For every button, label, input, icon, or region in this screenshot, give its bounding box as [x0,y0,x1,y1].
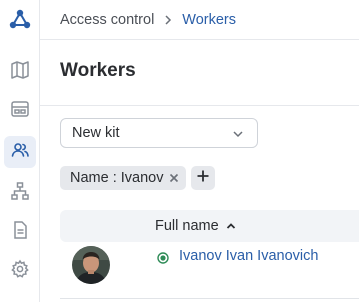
map-icon [10,60,30,85]
breadcrumb-current[interactable]: Workers [182,12,236,28]
breadcrumb-root-link[interactable]: Access control [60,12,154,28]
column-header-full-name[interactable]: Full name [155,218,237,234]
kit-select[interactable]: New kit [60,118,258,148]
title-divider [40,105,359,106]
sidebar-item-dashboard[interactable] [4,95,36,127]
sidebar-item-settings[interactable] [4,255,36,287]
sidebar [0,0,40,302]
plus-icon [196,169,210,188]
chevron-down-icon [231,127,245,141]
filter-chip-name[interactable]: Name : Ivanov [60,166,186,190]
breadcrumb: Access control Workers [60,9,236,31]
dashboard-grid-icon [10,99,30,124]
hierarchy-icon [10,181,30,206]
add-filter-button[interactable] [191,166,215,190]
worker-name-link[interactable]: Ivanov Ivan Ivanovich [179,248,318,264]
document-icon [10,220,30,245]
table-row[interactable]: Ivanov Ivan Ivanovich [60,242,359,298]
status-active-icon [157,251,169,264]
avatar [72,246,110,284]
gear-icon [10,259,30,284]
table-header: Full name [60,210,359,242]
row-divider [60,298,359,299]
header-divider [40,39,359,40]
sidebar-item-users[interactable] [4,136,36,168]
filter-chip-label: Name : Ivanov [70,170,164,186]
sidebar-item-map[interactable] [4,56,36,88]
sidebar-item-hierarchy[interactable] [4,177,36,209]
sidebar-item-documents[interactable] [4,216,36,248]
sort-ascending-icon [225,220,237,232]
kit-select-value: New kit [72,125,120,141]
page-title: Workers [60,60,136,81]
column-header-label: Full name [155,218,219,234]
chevron-right-icon [162,14,174,26]
network-logo-icon[interactable] [8,8,32,32]
users-icon [10,140,30,165]
close-icon[interactable] [168,172,180,184]
